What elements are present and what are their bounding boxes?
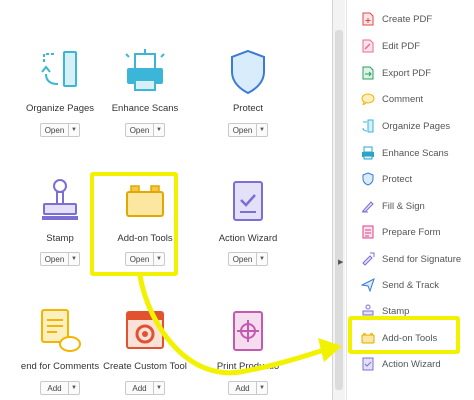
pane-item-send-track[interactable]: Send & Track xyxy=(347,276,474,294)
open-button[interactable]: Open ▼ xyxy=(40,123,80,137)
protect-icon xyxy=(226,48,270,96)
pane-item-send-for-signature[interactable]: Send for Signature xyxy=(347,250,474,268)
pane-item-create-pdf[interactable]: Create PDF xyxy=(347,10,474,28)
pane-item-organize-pages[interactable]: Organize Pages xyxy=(347,117,474,135)
prepare-form-icon xyxy=(361,225,375,239)
send-track-icon xyxy=(361,278,375,292)
chevron-down-icon[interactable]: ▼ xyxy=(256,382,267,394)
tool-label: Protect xyxy=(232,103,264,114)
send-for-signature-icon xyxy=(361,252,375,266)
pane-item-edit-pdf[interactable]: Edit PDF xyxy=(347,37,474,55)
tool-label: Action Wizard xyxy=(218,233,278,244)
action-wizard-icon xyxy=(226,178,270,226)
add-button[interactable]: Add ▼ xyxy=(228,381,268,395)
pane-item-prepare-form[interactable]: Prepare Form xyxy=(347,223,474,241)
pane-item-export-pdf[interactable]: Export PDF xyxy=(347,64,474,82)
scrollbar-thumb[interactable] xyxy=(335,30,343,390)
pane-item-enhance-scans[interactable]: Enhance Scans xyxy=(347,144,474,162)
enhance-scans-icon xyxy=(361,146,375,160)
create-custom-tool-icon xyxy=(123,308,167,356)
pane-item-action-wizard[interactable]: Action Wizard xyxy=(347,355,474,373)
protect-icon xyxy=(361,172,375,186)
open-button[interactable]: Open ▼ xyxy=(228,123,268,137)
action-wizard-icon xyxy=(361,357,375,371)
organize-pages-icon xyxy=(38,48,82,96)
pane-item-comment[interactable]: Comment xyxy=(347,90,474,108)
open-button[interactable]: Open ▼ xyxy=(40,252,80,266)
open-button[interactable]: Open ▼ xyxy=(228,252,268,266)
chevron-down-icon[interactable]: ▼ xyxy=(256,253,267,265)
chevron-down-icon[interactable]: ▼ xyxy=(68,253,79,265)
stamp-icon xyxy=(38,178,82,226)
chevron-down-icon[interactable]: ▼ xyxy=(153,382,164,394)
tool-label: Print Productio xyxy=(216,361,280,372)
edit-pdf-icon xyxy=(361,39,375,53)
highlight-box-pane-add-on-tools xyxy=(348,316,460,354)
chevron-down-icon[interactable]: ▼ xyxy=(153,124,164,136)
pane-item-fill-sign[interactable]: Fill & Sign xyxy=(347,197,474,215)
collapse-panel-icon[interactable]: ▶ xyxy=(338,258,343,266)
export-pdf-icon xyxy=(361,66,375,80)
comment-icon xyxy=(361,92,375,106)
chevron-down-icon[interactable]: ▼ xyxy=(68,382,79,394)
create-pdf-icon xyxy=(361,12,375,26)
add-button[interactable]: Add ▼ xyxy=(125,381,165,395)
highlight-box-add-on-tools xyxy=(90,172,178,276)
chevron-down-icon[interactable]: ▼ xyxy=(256,124,267,136)
chevron-down-icon[interactable]: ▼ xyxy=(68,124,79,136)
print-production-icon xyxy=(226,308,270,356)
enhance-scans-icon xyxy=(123,48,167,96)
open-button[interactable]: Open ▼ xyxy=(125,123,165,137)
organize-pages-icon xyxy=(361,119,375,133)
fill-sign-icon xyxy=(361,199,375,213)
add-button[interactable]: Add ▼ xyxy=(40,381,80,395)
pane-item-protect[interactable]: Protect xyxy=(347,170,474,188)
send-for-comments-icon xyxy=(38,308,82,356)
